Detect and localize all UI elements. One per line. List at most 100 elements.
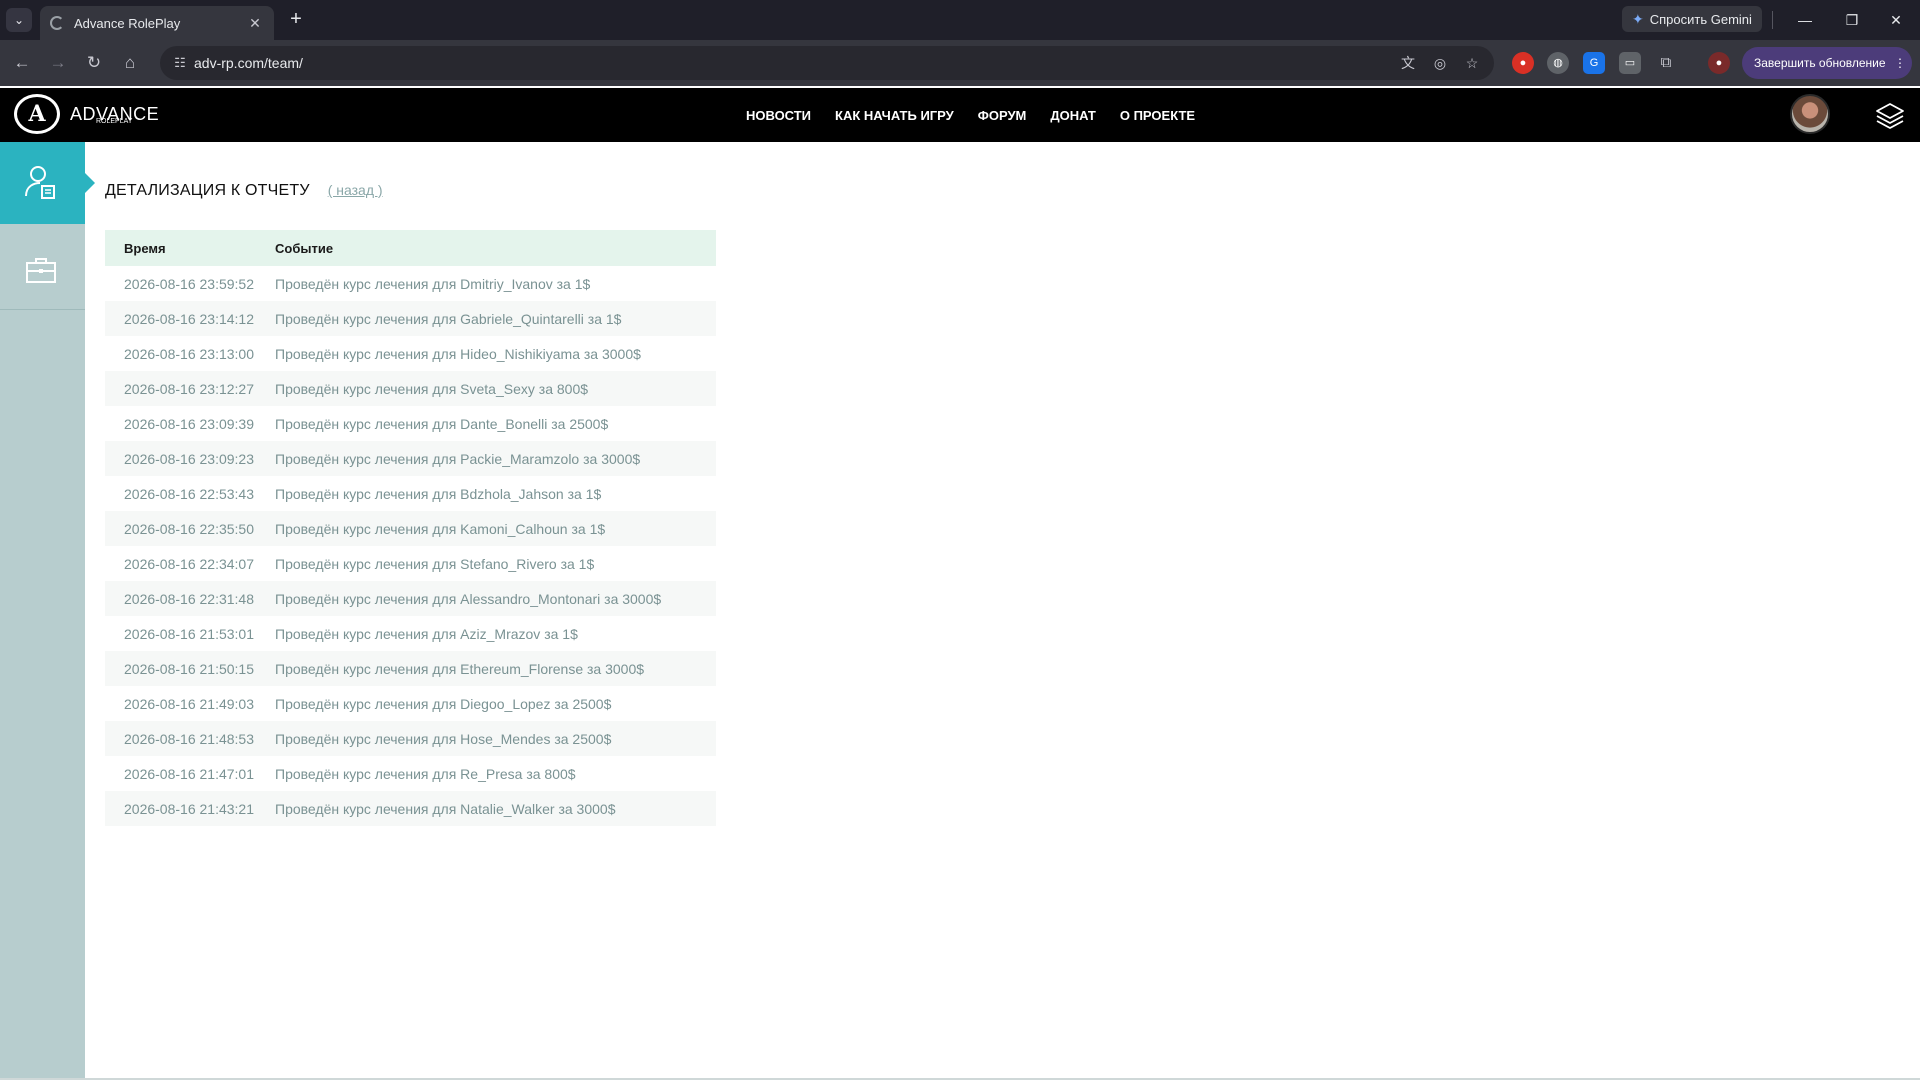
more-menu-icon[interactable]: ⋮ — [1894, 56, 1906, 70]
cell-event: Проведён курс лечения для Dante_Bonelli … — [275, 415, 609, 432]
nav-donate[interactable]: ДОНАТ — [1050, 108, 1095, 123]
gemini-icon: ✦ — [1632, 10, 1644, 27]
table-body: 2026-08-16 23:59:52 Проведён курс лечения… — [105, 266, 716, 826]
browser-toolbar: ← → ↻ ⌂ ☷ adv-rp.com/team/ 文 ◎ ☆ ● ◍ G ▭… — [0, 40, 1920, 86]
reload-icon[interactable]: ↻ — [82, 51, 106, 75]
table-row: 2026-08-16 23:14:12 Проведён курс лечения… — [105, 301, 716, 336]
table-row: 2026-08-16 21:50:15 Проведён курс лечения… — [105, 651, 716, 686]
bookmark-star-icon[interactable]: ☆ — [1460, 51, 1484, 75]
screen-extension-icon[interactable]: ▭ — [1619, 52, 1641, 74]
user-document-icon — [25, 166, 55, 199]
main-nav: НОВОСТИ КАК НАЧАТЬ ИГРУ ФОРУМ ДОНАТ О ПР… — [746, 88, 1195, 142]
back-icon[interactable]: ← — [10, 51, 34, 75]
table-row: 2026-08-16 22:35:50 Проведён курс лечения… — [105, 511, 716, 546]
home-icon[interactable]: ⌂ — [118, 51, 142, 75]
cell-event: Проведён курс лечения для Kamoni_Calhoun… — [275, 511, 716, 546]
back-link[interactable]: ( назад ) — [328, 182, 383, 198]
forward-icon[interactable]: → — [46, 51, 70, 75]
layers-icon[interactable] — [1874, 100, 1906, 132]
cell-event: Проведён курс лечения для Hideo_Nishikiy… — [275, 345, 641, 362]
address-bar[interactable]: ☷ adv-rp.com/team/ 文 ◎ ☆ — [160, 46, 1494, 80]
browser-tab-bar: ⌄ Advance RolePlay ✕ + ✦ Спросить Gemini… — [0, 0, 1920, 40]
logo-mark: A — [14, 94, 60, 134]
table-row: 2026-08-16 23:09:23 Проведён курс лечения… — [105, 441, 716, 476]
cell-time: 2026-08-16 23:59:52 — [124, 275, 254, 292]
cell-time: 2026-08-16 21:53:01 — [124, 625, 254, 642]
cell-time: 2026-08-16 23:09:23 — [105, 441, 275, 476]
url-text[interactable]: adv-rp.com/team/ — [194, 55, 303, 71]
browser-tab[interactable]: Advance RolePlay ✕ — [40, 6, 274, 40]
cell-time: 2026-08-16 21:48:53 — [105, 721, 275, 756]
nav-about[interactable]: О ПРОЕКТЕ — [1120, 108, 1195, 123]
cell-time: 2026-08-16 23:14:12 — [105, 301, 275, 336]
cell-time: 2026-08-16 22:34:07 — [124, 555, 254, 572]
gemini-label: Спросить Gemini — [1649, 11, 1752, 27]
nav-forum[interactable]: ФОРУМ — [978, 108, 1027, 123]
cell-time: 2026-08-16 21:43:21 — [105, 791, 275, 826]
main-content: ДЕТАЛИЗАЦИЯ К ОТЧЕТУ ( назад ) — [105, 182, 383, 200]
user-avatar[interactable] — [1790, 94, 1830, 134]
profile-avatar[interactable]: ● — [1708, 52, 1730, 74]
site-logo[interactable]: A ADVANCE — [14, 94, 159, 134]
site-header: A ADVANCE ROLEPLAY НОВОСТИ КАК НАЧАТЬ ИГ… — [0, 88, 1920, 142]
cell-event: Проведён курс лечения для Dmitriy_Ivanov… — [275, 275, 591, 292]
table-row: 2026-08-16 21:49:03 Проведён курс лечения… — [105, 686, 716, 721]
cell-time: 2026-08-16 23:12:27 — [105, 371, 275, 406]
sidebar-item-profile[interactable] — [0, 142, 95, 224]
tab-search-button[interactable]: ⌄ — [6, 8, 32, 32]
cell-event: Проведён курс лечения для Aziz_Mrazov за… — [275, 625, 578, 642]
translate-extension-icon[interactable]: G — [1583, 52, 1605, 74]
column-header-event: Событие — [275, 230, 716, 266]
translate-icon[interactable]: 文 — [1396, 51, 1420, 75]
table-row: 2026-08-16 23:13:00 Проведён курс лечения… — [105, 336, 716, 371]
table-row: 2026-08-16 22:31:48 Проведён курс лечения… — [105, 581, 716, 616]
extensions-puzzle-icon[interactable]: ⧉ — [1655, 52, 1677, 74]
nav-how-to-start[interactable]: КАК НАЧАТЬ ИГРУ — [835, 108, 954, 123]
minimize-button[interactable]: — — [1790, 8, 1820, 32]
page-title: ДЕТАЛИЗАЦИЯ К ОТЧЕТУ — [105, 182, 310, 199]
cell-event: Проведён курс лечения для Ethereum_Flore… — [275, 651, 716, 686]
divider — [1772, 11, 1773, 29]
cell-time: 2026-08-16 22:35:50 — [105, 511, 275, 546]
cell-event: Проведён курс лечения для Bdzhola_Jahson… — [275, 485, 602, 502]
logo-subtext: ROLEPLAY — [96, 118, 133, 125]
tab-title: Advance RolePlay — [74, 15, 181, 31]
cell-event: Проведён курс лечения для Hose_Mendes за… — [275, 721, 716, 756]
new-tab-button[interactable]: + — [284, 8, 308, 32]
cell-time: 2026-08-16 21:47:01 — [124, 765, 254, 782]
table-header-row: Время Событие — [105, 230, 716, 266]
column-header-time: Время — [105, 230, 275, 266]
cell-time: 2026-08-16 22:31:48 — [105, 581, 275, 616]
update-label: Завершить обновление — [1754, 56, 1886, 70]
cell-time: 2026-08-16 21:50:15 — [105, 651, 275, 686]
table-row: 2026-08-16 23:59:52 Проведён курс лечения… — [105, 266, 716, 301]
sidebar — [0, 142, 95, 1080]
table-row: 2026-08-16 21:47:01 Проведён курс лечения… — [105, 756, 716, 791]
site-info-icon[interactable]: ☷ — [168, 51, 192, 75]
title-row: ДЕТАЛИЗАЦИЯ К ОТЧЕТУ ( назад ) — [105, 182, 383, 200]
cell-event: Проведён курс лечения для Alessandro_Mon… — [275, 581, 716, 616]
loading-icon — [50, 16, 64, 30]
close-window-button[interactable]: ✕ — [1881, 8, 1911, 32]
finish-update-button[interactable]: Завершить обновление ⋮ — [1742, 47, 1912, 79]
adblock-extension-icon[interactable]: ● — [1512, 52, 1534, 74]
cell-time: 2026-08-16 23:13:00 — [124, 345, 254, 362]
sidebar-item-work[interactable] — [0, 226, 85, 310]
restore-button[interactable]: ❐ — [1837, 8, 1867, 32]
cell-time: 2026-08-16 21:49:03 — [124, 695, 254, 712]
cell-event: Проведён курс лечения для Gabriele_Quint… — [275, 301, 716, 336]
cell-event: Проведён курс лечения для Sveta_Sexy за … — [275, 371, 716, 406]
tracking-protection-icon[interactable]: ◎ — [1428, 51, 1452, 75]
table-row: 2026-08-16 22:34:07 Проведён курс лечения… — [105, 546, 716, 581]
report-table: Время Событие 2026-08-16 23:59:52 Проведё… — [105, 230, 716, 826]
globe-extension-icon[interactable]: ◍ — [1547, 52, 1569, 74]
cell-time: 2026-08-16 22:53:43 — [124, 485, 254, 502]
table-row: 2026-08-16 23:12:27 Проведён курс лечения… — [105, 371, 716, 406]
nav-news[interactable]: НОВОСТИ — [746, 108, 811, 123]
table-row: 2026-08-16 23:09:39 Проведён курс лечения… — [105, 406, 716, 441]
gemini-button[interactable]: ✦ Спросить Gemini — [1622, 6, 1762, 32]
cell-event: Проведён курс лечения для Packie_Maramzo… — [275, 441, 716, 476]
close-tab-icon[interactable]: ✕ — [246, 15, 264, 32]
table-row: 2026-08-16 21:53:01 Проведён курс лечения… — [105, 616, 716, 651]
table-row: 2026-08-16 21:43:21 Проведён курс лечения… — [105, 791, 716, 826]
